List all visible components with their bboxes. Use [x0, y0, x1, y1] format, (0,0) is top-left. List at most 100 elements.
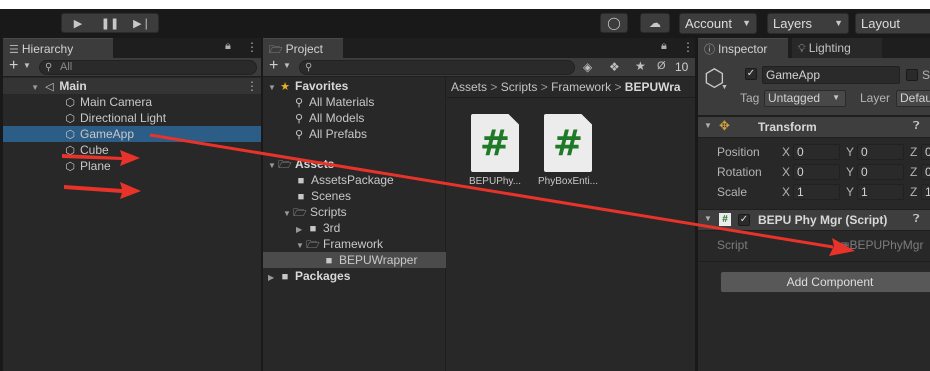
script-component-header[interactable]: ▼ # ✓ BEPU Phy Mgr (Script) ❓︎	[698, 209, 930, 231]
chevron-down-icon: ▼	[834, 18, 843, 28]
breadcrumb-item[interactable]: Scripts	[501, 80, 538, 94]
step-icon[interactable]: ▶❘	[126, 17, 158, 30]
expand-arrow-icon[interactable]: ▼	[704, 121, 712, 130]
hidden-packages-icon[interactable]: Ø	[657, 60, 666, 72]
rotation-z-field[interactable]: 0	[921, 164, 930, 180]
expand-arrow-icon[interactable]: ▼	[268, 80, 278, 96]
add-icon[interactable]: +	[9, 57, 18, 75]
tab-inspector[interactable]: ⓘ Inspector	[698, 38, 788, 58]
tree-item-scenes[interactable]: ■ Scenes	[294, 188, 351, 204]
tree-item-all-materials[interactable]: ⚲ All Materials	[292, 94, 374, 110]
help-icon[interactable]: ❓︎	[913, 120, 920, 133]
add-component-button[interactable]: Add Component	[720, 271, 930, 293]
pause-icon[interactable]: ❚❚	[94, 17, 126, 30]
hierarchy-item-gameapp[interactable]: ⬡ GameApp	[3, 126, 261, 142]
filter-by-label-icon[interactable]: ❖	[609, 60, 620, 74]
lock-icon[interactable]: 🔒︎	[225, 40, 231, 53]
cloud-icon[interactable]: ☁	[640, 13, 670, 33]
inspector-tabbar: ⓘ Inspector 💡︎ Lighting	[698, 38, 930, 58]
search-icon: ⚲	[294, 97, 304, 109]
breadcrumb-item[interactable]: Framework	[551, 80, 611, 94]
asset-file-bepuphymgr[interactable]: # BEPUPhy...	[463, 114, 527, 187]
tab-project[interactable]: 🗁︎ Project	[263, 38, 343, 58]
kebab-menu-icon[interactable]: ⋮	[246, 78, 258, 94]
position-x-field[interactable]: 0	[793, 144, 840, 160]
static-checkbox[interactable]	[906, 69, 918, 81]
chevron-down-icon[interactable]: ▼	[721, 84, 728, 91]
tab-lighting[interactable]: 💡︎ Lighting	[792, 38, 882, 58]
expand-arrow-icon[interactable]: ▼	[283, 206, 293, 222]
hidden-packages-count: 10	[675, 60, 689, 74]
asset-file-phyboxentity[interactable]: # PhyBoxEnti...	[536, 114, 600, 187]
tree-item-framework[interactable]: ▼ 🗁︎ Framework	[296, 236, 383, 252]
tab-hierarchy[interactable]: ☰ Hierarchy	[3, 38, 113, 58]
item-label: BEPUWrapper	[339, 253, 418, 267]
layers-dropdown[interactable]: Layers ▼	[767, 13, 849, 34]
scale-y-field[interactable]: 1	[857, 184, 904, 200]
breadcrumb-item[interactable]: BEPUWra	[625, 80, 681, 94]
hierarchy-item-cube[interactable]: ⬡ Cube	[63, 142, 109, 158]
rotation-y-field[interactable]: 0	[857, 164, 904, 180]
info-icon: ⓘ	[704, 44, 715, 56]
help-icon[interactable]: ❓︎	[913, 213, 920, 226]
hierarchy-item-main-camera[interactable]: ⬡ Main Camera	[63, 94, 152, 110]
kebab-menu-icon[interactable]: ⋮	[682, 40, 694, 54]
account-dropdown[interactable]: Account ▼	[679, 13, 757, 34]
project-folder-tree: ▼ ★ Favorites ⚲ All Materials ⚲ All Models ⚲…	[263, 77, 446, 371]
project-search-input[interactable]: ⚲	[299, 60, 575, 75]
chevron-down-icon[interactable]: ▼	[23, 61, 31, 70]
position-z-field[interactable]: 0	[921, 144, 930, 160]
script-field-label: Script	[717, 238, 748, 252]
tree-assets[interactable]: ▼ 🗁︎ Assets	[268, 156, 334, 172]
chevron-down-icon[interactable]: ▼	[283, 61, 291, 70]
hierarchy-item-directional-light[interactable]: ⬡ Directional Light	[63, 110, 166, 126]
expand-arrow-icon[interactable]: ▼	[268, 158, 278, 174]
gameobject-cube-icon: ⬡	[65, 145, 75, 157]
layout-dropdown[interactable]: Layout	[855, 13, 930, 34]
breadcrumb-item[interactable]: Assets	[451, 80, 487, 94]
search-placeholder: All	[60, 61, 73, 73]
kebab-menu-icon[interactable]: ⋮	[246, 40, 258, 54]
filter-by-type-icon[interactable]: ◈	[583, 60, 592, 74]
collab-icon[interactable]: ◯	[600, 13, 628, 33]
scene-row[interactable]: ▼ ◁ Main ⋮	[3, 78, 261, 94]
item-label: Directional Light	[80, 111, 167, 125]
tag-dropdown[interactable]: Untagged ▼	[764, 90, 846, 107]
search-icon: ⚲	[294, 113, 304, 125]
layers-label: Layers	[773, 16, 813, 31]
breadcrumb-separator: >	[490, 80, 501, 94]
favorite-star-icon[interactable]: ★	[635, 59, 646, 73]
list-icon: ☰	[9, 44, 19, 56]
scale-z-field[interactable]: 1	[921, 184, 930, 200]
expand-arrow-icon[interactable]: ▼	[704, 214, 712, 223]
active-checkbox[interactable]: ✓	[745, 68, 757, 80]
layer-dropdown[interactable]: Defau	[896, 90, 930, 107]
hierarchy-tab-label: Hierarchy	[21, 42, 74, 56]
tree-item-3rd[interactable]: ▶ ■ 3rd	[296, 220, 340, 236]
add-icon[interactable]: +	[269, 57, 278, 75]
expand-arrow-icon[interactable]: ▼	[3, 80, 39, 96]
tree-item-bepuwrapper[interactable]: ■ BEPUWrapper	[263, 252, 446, 268]
scale-x-field[interactable]: 1	[793, 184, 840, 200]
component-enabled-checkbox[interactable]: ✓	[738, 214, 750, 226]
hierarchy-search-input[interactable]: ⚲ All	[39, 60, 257, 75]
tree-item-assetspackage[interactable]: ■ AssetsPackage	[294, 172, 394, 188]
tree-favorites[interactable]: ▼ ★ Favorites	[268, 78, 348, 94]
search-icon: ⚲	[294, 129, 304, 141]
tree-packages[interactable]: ▶ ■ Packages	[268, 268, 350, 284]
y-axis-label: Y	[846, 145, 855, 159]
transform-component-header[interactable]: ▼ ✥ Transform ❓︎	[698, 116, 930, 138]
breadcrumb-separator: >	[614, 80, 625, 94]
tree-item-all-prefabs[interactable]: ⚲ All Prefabs	[292, 126, 367, 142]
lock-icon[interactable]: 🔒︎	[661, 40, 667, 53]
unity-scene-icon: ◁	[45, 81, 54, 93]
object-name-field[interactable]: GameApp	[762, 66, 900, 84]
play-icon[interactable]: ▶	[62, 17, 94, 30]
hierarchy-item-plane[interactable]: ⬡ Plane	[63, 158, 111, 174]
asset-file-label: BEPUPhy...	[468, 176, 522, 187]
tree-item-scripts[interactable]: ▼ 🗁︎ Scripts	[283, 204, 347, 220]
position-y-field[interactable]: 0	[857, 144, 904, 160]
collapse-arrow-icon[interactable]: ▶	[268, 270, 278, 286]
rotation-x-field[interactable]: 0	[793, 164, 840, 180]
tree-item-all-models[interactable]: ⚲ All Models	[292, 110, 364, 126]
